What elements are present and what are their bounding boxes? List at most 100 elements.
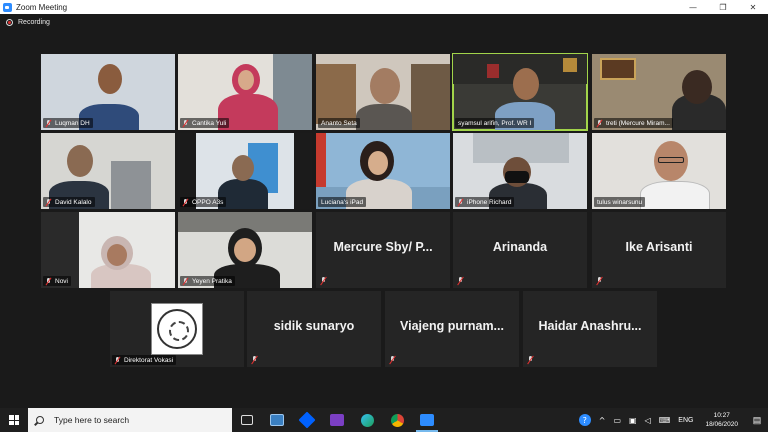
mic-muted-icon [183,198,189,206]
participant-name: iPhone Richard [467,198,512,206]
video-tile[interactable]: Yeyen Pratika [178,212,312,288]
participant-name: Luqman DH [55,119,90,127]
mic-muted-icon [46,198,52,206]
volume-icon[interactable]: ◁ [645,416,651,425]
show-hidden-icons-chevron-icon[interactable]: ^ [599,416,606,425]
participant-name-bar: syamsul arifin, Prof. WR I [455,118,535,128]
notification-center-icon[interactable]: ▤ [746,408,768,432]
window-title: Zoom Meeting [16,2,68,12]
video-tile[interactable]: iPhone Richard [453,133,587,209]
participant-name: Luciana's iPad [321,198,364,206]
active-speaker-tile[interactable]: syamsul arifin, Prof. WR I [452,53,588,131]
video-tile[interactable]: OPPO A3s [178,133,312,209]
participant-name: Yeyen Pratika [192,277,232,285]
video-tile[interactable]: sidik sunaryo [247,291,381,367]
participant-name-bar: OPPO A3s [180,197,227,207]
video-tile[interactable]: Novi [41,212,175,288]
recording-label: Recording [18,19,50,26]
search-icon [36,416,44,424]
participant-name: OPPO A3s [192,198,224,206]
taskbar-app-chrome[interactable] [382,408,412,432]
close-button[interactable]: ✕ [738,0,768,14]
task-view-button[interactable] [232,408,262,432]
participant-name: sidik sunaryo [273,319,355,333]
participant-name-bar: treti (Mercure Miram... [594,118,673,128]
participant-name: Viajeng purnam... [400,319,504,333]
participant-name: treti (Mercure Miram... [606,119,670,127]
video-tile[interactable]: Ike Arisanti [592,212,726,288]
participant-name: Haidar Anashru... [538,319,642,333]
taskbar-app-edge[interactable] [352,408,382,432]
network-icon[interactable]: ▣ [629,416,637,425]
title-bar: Zoom Meeting — ❐ ✕ [0,0,768,14]
participant-name: Ananto Seta [321,119,357,127]
edge-icon [360,413,374,427]
video-tile[interactable]: tulus winarsunu [592,133,726,209]
mic-muted-icon [251,356,258,364]
start-button[interactable] [0,408,28,432]
video-tile[interactable]: treti (Mercure Miram... [592,54,726,130]
mic-muted-icon [46,277,52,285]
search-placeholder: Type here to search [54,415,130,425]
taskbar-app-dropbox[interactable] [292,408,322,432]
keyboard-icon[interactable]: ⌨ [659,416,671,425]
video-tile[interactable]: Ananto Seta [316,54,450,130]
mic-muted-icon [46,119,52,127]
participant-name-bar: Luciana's iPad [318,197,367,207]
video-tile[interactable]: Viajeng purnam... [385,291,519,367]
mic-muted-icon [115,356,121,364]
video-tile[interactable]: Haidar Anashru... [523,291,657,367]
taskbar-app-visual-studio[interactable] [322,408,352,432]
participant-name-bar: Novi [43,276,72,286]
mic-muted-icon [457,277,464,285]
participant-name: Ike Arisanti [625,240,693,254]
clock-date: 18/06/2020 [705,421,738,428]
language-indicator[interactable]: ENG [678,417,693,424]
mic-muted-icon [320,277,327,285]
participant-name-bar: iPhone Richard [455,197,515,207]
participant-name: tulus winarsunu [597,198,643,206]
taskbar-app-screen[interactable] [262,408,292,432]
participant-name: Arinanda [492,240,548,254]
participant-name-bar: David Kalalo [43,197,95,207]
participant-name-bar: Direktorat Vokasi [112,355,177,365]
dropbox-icon [298,411,316,429]
video-tile[interactable]: Direktorat Vokasi [110,291,244,367]
help-icon[interactable]: ? [578,414,591,426]
taskbar-app-zoom[interactable] [412,408,442,432]
mic-muted-icon [458,198,464,206]
participant-name-bar: Cantika Yuli [180,118,230,128]
participant-name: Cantika Yuli [192,119,227,127]
visual-studio-icon [330,414,344,426]
zoom-icon [420,414,434,426]
maximize-button[interactable]: ❐ [708,0,738,14]
mic-muted-icon [597,119,603,127]
clock-time: 10:27 [713,412,730,419]
video-tile[interactable]: Mercure Sby/ P... [316,212,450,288]
battery-icon[interactable]: ▭ [613,416,621,425]
task-view-icon [241,415,253,425]
zoom-app-icon [3,2,12,12]
mic-muted-icon [183,277,189,285]
mic-muted-icon [527,356,534,364]
video-tile[interactable]: Arinanda [453,212,587,288]
video-tile[interactable]: Luciana's iPad [316,133,450,209]
university-logo [151,303,203,355]
minimize-button[interactable]: — [678,0,708,14]
participant-name-bar: Ananto Seta [318,118,360,128]
video-tile[interactable]: David Kalalo [41,133,175,209]
participant-name: David Kalalo [55,198,92,206]
taskbar-search-box[interactable]: Type here to search [28,408,232,432]
chrome-icon [390,413,404,427]
recording-indicator[interactable]: Recording [6,19,50,26]
windows-taskbar: Type here to search ? ^ ▭ ▣ ◁ ⌨ ENG 10:2… [0,408,768,432]
taskbar-clock[interactable]: 10:27 18/06/2020 [705,411,738,429]
record-icon [6,19,13,26]
mic-muted-icon [183,119,189,127]
participant-name: syamsul arifin, Prof. WR I [458,119,532,127]
window-controls: — ❐ ✕ [678,0,768,14]
monitor-icon [270,414,284,426]
video-tile[interactable]: Luqman DH [41,54,175,130]
mic-muted-icon [596,277,603,285]
video-tile[interactable]: Cantika Yuli [178,54,312,130]
